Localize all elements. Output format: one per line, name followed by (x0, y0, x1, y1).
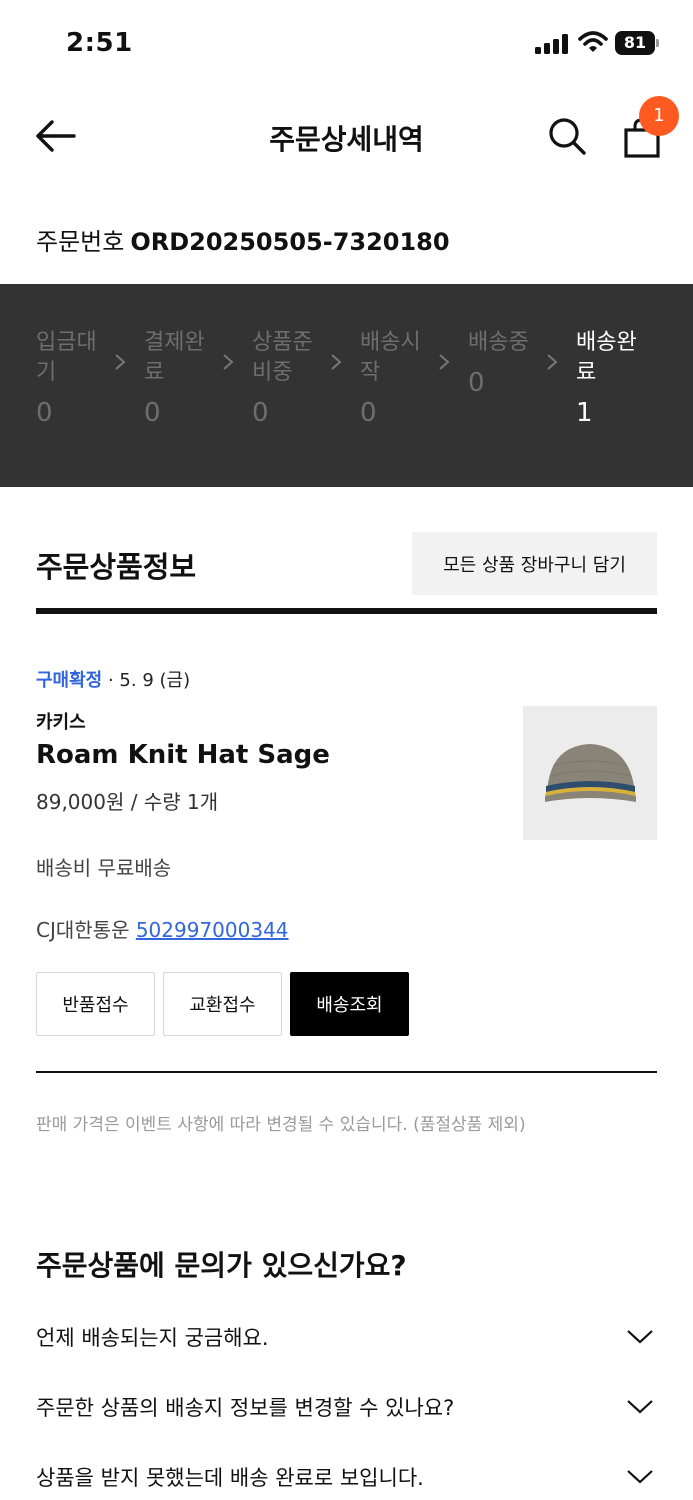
shipping-fee: 배송비 무료배송 (36, 856, 172, 880)
step-count: 0 (144, 398, 161, 428)
step-label: 배송완료 (576, 330, 637, 385)
search-icon[interactable] (547, 116, 587, 156)
cellular-signal-icon (535, 34, 568, 54)
faq-question: 상품을 받지 못했는데 배송 완료로 보입니다. (36, 1466, 424, 1490)
carrier-name: CJ대한통운 (36, 918, 130, 942)
status-separator: · (102, 670, 120, 691)
chevron-right-icon (223, 354, 234, 370)
header: 주문상세내역 (0, 88, 693, 184)
progress-step-preparing: 상품준비중 0 (252, 328, 332, 428)
knit-hat-image (545, 744, 636, 802)
step-count: 0 (36, 398, 53, 428)
order-progress-tracker: 입금대기 0 결제완료 0 상품준비중 0 배송시작 0 배송중 0 배송완료 … (0, 284, 693, 487)
product-name[interactable]: Roam Knit Hat Sage (36, 740, 330, 770)
order-number: 주문번호 ORD20250505-7320180 (36, 222, 450, 257)
battery-icon: 81 (615, 31, 659, 55)
status-time: 2:51 (66, 28, 133, 58)
tracking-info: CJ대한통운 502997000344 (36, 914, 289, 943)
step-label: 배송시작 (360, 330, 421, 385)
wifi-icon (578, 31, 608, 52)
purchase-status-line: 구매확정 · 5. 9 (금) (36, 666, 190, 692)
step-label: 배송중 (468, 330, 529, 355)
purchase-date: 5. 9 (금) (119, 670, 191, 691)
chevron-right-icon (331, 354, 342, 370)
chevron-down-icon (627, 1400, 653, 1414)
chevron-down-icon (627, 1330, 653, 1344)
battery-level: 81 (615, 31, 655, 55)
cart-count-badge: 1 (639, 96, 679, 136)
chevron-right-icon (439, 354, 450, 370)
chevron-right-icon (547, 354, 558, 370)
order-number-value: ORD20250505-7320180 (130, 228, 450, 256)
return-request-button[interactable]: 반품접수 (36, 972, 155, 1036)
faq-question: 언제 배송되는지 궁금해요. (36, 1326, 269, 1350)
faq-item[interactable]: 언제 배송되는지 궁금해요. (36, 1308, 657, 1368)
faq-title: 주문상품에 문의가 있으신가요? (36, 1249, 407, 1282)
status-bar: 2:51 81 (0, 0, 693, 88)
step-count: 0 (468, 368, 485, 398)
step-label: 결제완료 (144, 330, 205, 385)
page-title: 주문상세내역 (269, 123, 424, 156)
order-detail-page: 2:51 81 주문상세내역 1 주문번호 ORD20250505-732018… (0, 0, 693, 1500)
order-number-label: 주문번호 (36, 228, 125, 256)
progress-step-shipping-started: 배송시작 0 (360, 328, 440, 428)
divider (36, 1071, 657, 1073)
tracking-number-link[interactable]: 502997000344 (136, 918, 289, 942)
progress-step-delivered: 배송완료 1 (576, 328, 656, 428)
step-count: 1 (576, 398, 593, 428)
section-title-order-items: 주문상품정보 (36, 550, 197, 584)
chevron-down-icon (627, 1470, 653, 1484)
faq-item[interactable]: 상품을 받지 못했는데 배송 완료로 보입니다. (36, 1448, 657, 1500)
track-shipment-button[interactable]: 배송조회 (290, 972, 409, 1036)
progress-step-payment-complete: 결제완료 0 (144, 328, 224, 428)
exchange-request-button[interactable]: 교환접수 (163, 972, 282, 1036)
add-all-to-cart-button[interactable]: 모든 상품 장바구니 담기 (412, 532, 657, 595)
progress-step-in-transit: 배송중 0 (468, 328, 548, 398)
faq-item[interactable]: 주문한 상품의 배송지 정보를 변경할 수 있나요? (36, 1378, 657, 1438)
step-label: 입금대기 (36, 330, 97, 385)
price-notice: 판매 가격은 이벤트 사항에 따라 변경될 수 있습니다. (품절상품 제외) (36, 1115, 526, 1135)
step-label: 상품준비중 (252, 330, 313, 385)
purchase-status: 구매확정 (36, 670, 103, 691)
step-count: 0 (252, 398, 269, 428)
divider (36, 608, 657, 614)
product-thumbnail[interactable] (523, 706, 657, 840)
product-brand[interactable]: 카키스 (36, 708, 86, 734)
product-price-quantity: 89,000원 / 수량 1개 (36, 790, 219, 814)
faq-question: 주문한 상품의 배송지 정보를 변경할 수 있나요? (36, 1396, 455, 1420)
progress-step-pending-payment: 입금대기 0 (36, 328, 116, 428)
step-count: 0 (360, 398, 377, 428)
chevron-right-icon (115, 354, 126, 370)
